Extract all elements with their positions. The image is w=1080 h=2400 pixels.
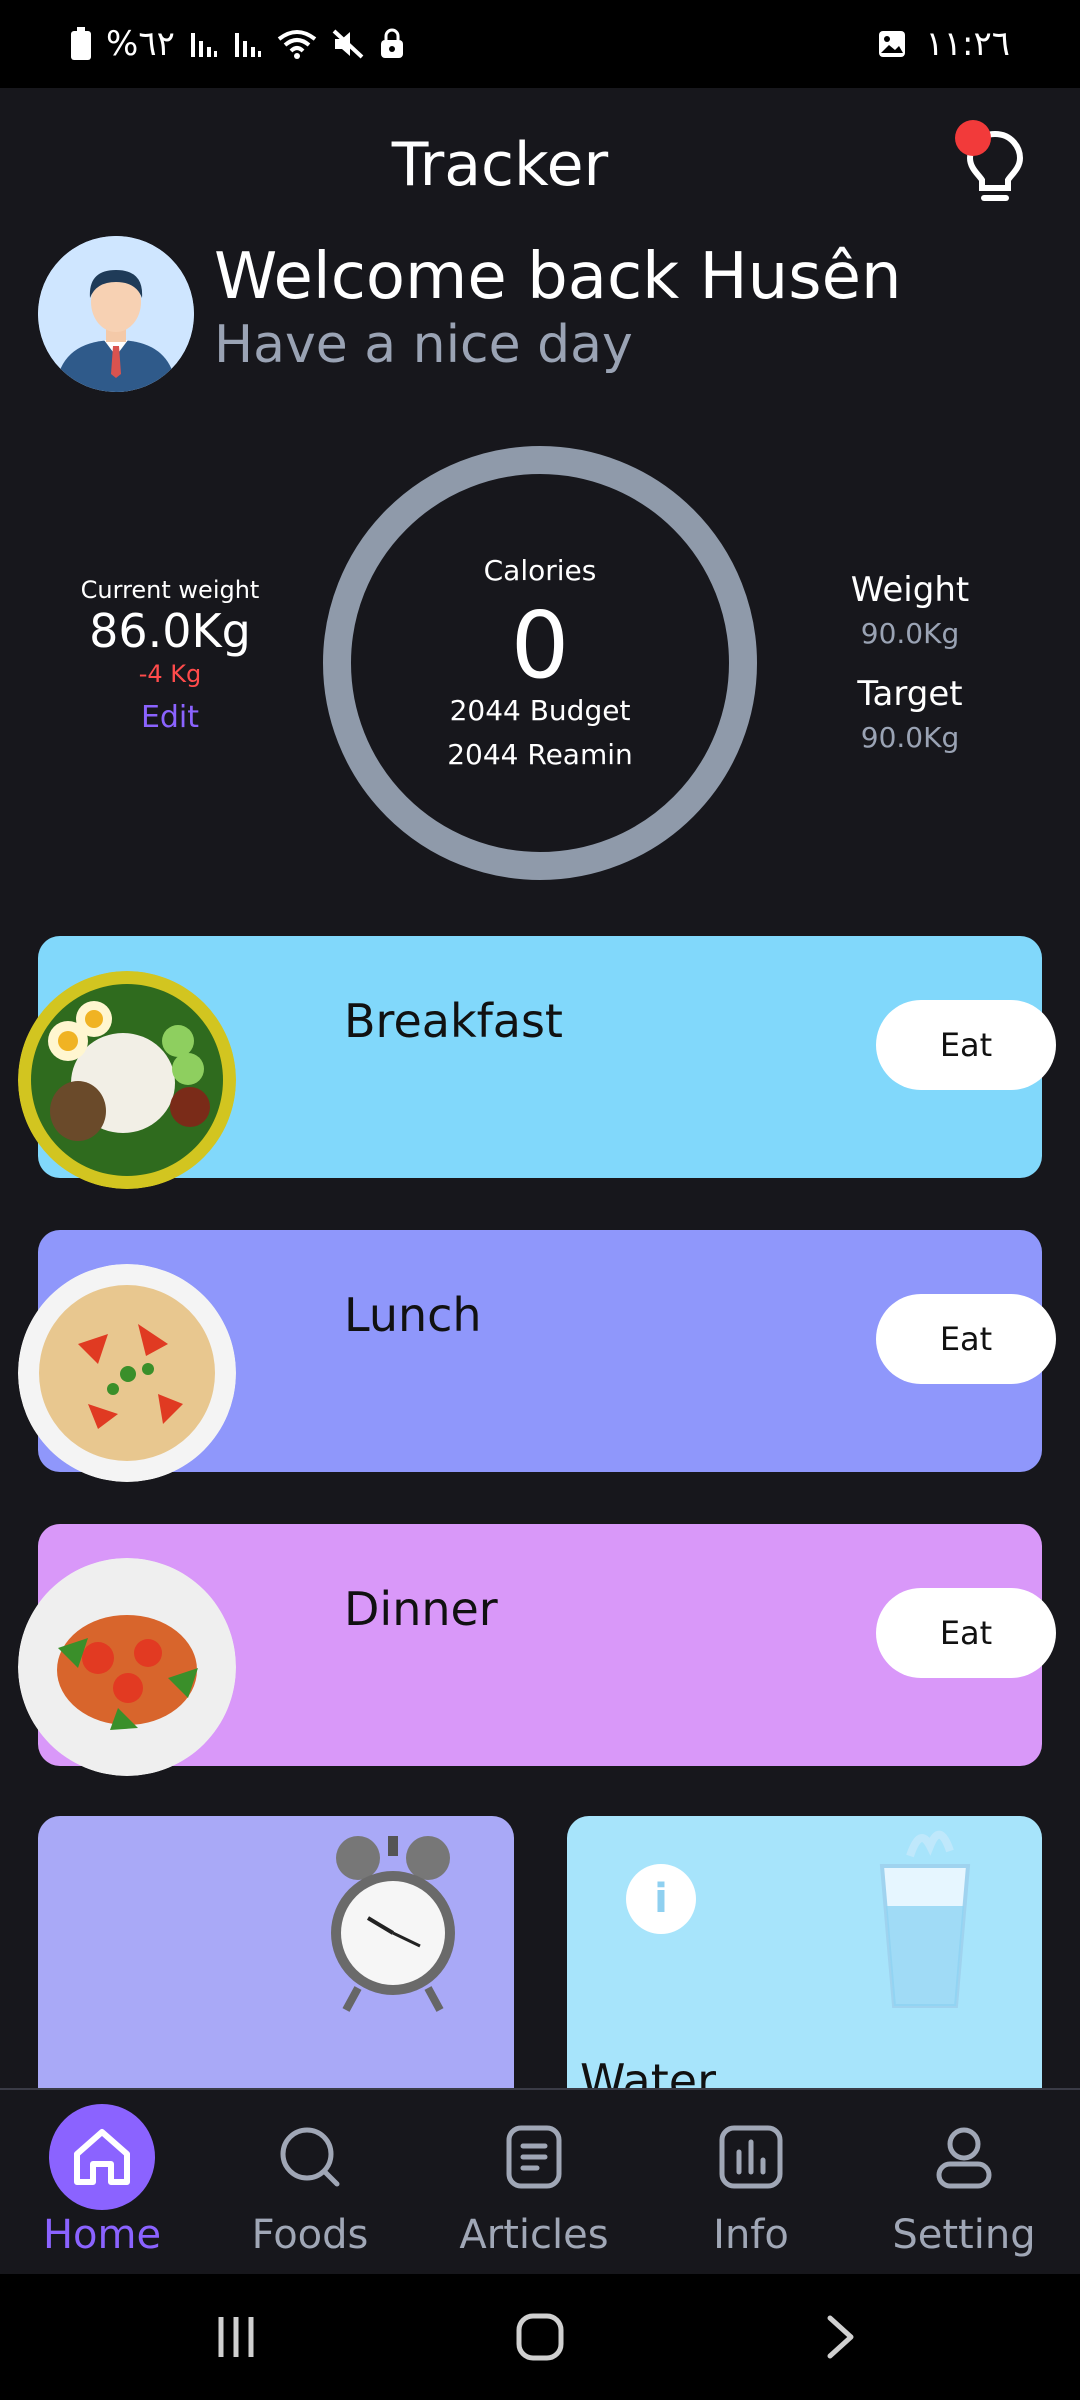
- breakfast-food-image: [18, 971, 236, 1189]
- bottom-nav: Home Foods Articles Info Setting: [0, 2088, 1080, 2276]
- current-weight-label: Current weight: [80, 576, 260, 604]
- nav-home[interactable]: Home: [2, 2090, 202, 2276]
- page-title: Tracker: [391, 130, 609, 200]
- calories-value: 0: [510, 592, 570, 699]
- status-bar: %٦٢ ١١:٢٦: [0, 0, 1080, 88]
- calories-budget: 2044 Budget: [449, 694, 631, 727]
- nav-articles[interactable]: Articles: [434, 2090, 634, 2276]
- welcome-text: Welcome back Husên: [214, 240, 902, 314]
- profile-icon: [911, 2104, 1017, 2210]
- eat-button-lunch[interactable]: Eat: [876, 1294, 1056, 1384]
- status-right: ١١:٢٦: [877, 24, 1010, 64]
- home-button-icon[interactable]: [500, 2304, 580, 2370]
- lock-icon: [379, 28, 405, 60]
- nav-setting[interactable]: Setting: [864, 2090, 1064, 2276]
- alarm-clock-icon: [328, 1828, 458, 2022]
- battery-icon: [70, 27, 92, 61]
- target-value: 90.0Kg: [860, 721, 960, 754]
- info-icon[interactable]: i: [626, 1864, 696, 1934]
- dinner-food-image: [18, 1558, 236, 1776]
- battery-text: %٦٢: [106, 24, 175, 64]
- recents-icon[interactable]: [196, 2304, 276, 2370]
- lunch-food-image: [18, 1264, 236, 1482]
- current-weight-value: 86.0Kg: [89, 604, 251, 658]
- nav-setting-label: Setting: [892, 2212, 1036, 2258]
- edit-weight-link[interactable]: Edit: [60, 700, 280, 735]
- eat-button-dinner[interactable]: Eat: [876, 1588, 1056, 1678]
- signal-icon: [189, 29, 219, 59]
- nav-home-label: Home: [42, 2212, 162, 2258]
- water-glass-icon: [850, 1826, 1000, 2020]
- wifi-icon: [277, 29, 317, 59]
- calories-remain: 2044 Reamin: [447, 738, 633, 771]
- search-icon: [257, 2104, 363, 2210]
- weight-value: 90.0Kg: [860, 617, 960, 650]
- home-icon: [49, 2104, 155, 2210]
- status-time: ١١:٢٦: [925, 24, 1010, 64]
- nav-info[interactable]: Info: [651, 2090, 851, 2276]
- calories-label: Calories: [483, 554, 597, 587]
- status-left: %٦٢: [70, 24, 405, 64]
- notification-dot: [955, 120, 991, 156]
- system-nav-bar: [0, 2274, 1080, 2400]
- weight-label: Weight: [850, 570, 970, 610]
- weight-delta: -4 Kg: [138, 660, 202, 688]
- nav-info-label: Info: [713, 2212, 789, 2258]
- water-tile-label: Water: [580, 2054, 716, 2088]
- subtitle-text: Have a nice day: [214, 315, 633, 375]
- chart-icon: [698, 2104, 804, 2210]
- nav-foods-label: Foods: [251, 2212, 369, 2258]
- nav-articles-label: Articles: [459, 2212, 609, 2258]
- eat-button-breakfast[interactable]: Eat: [876, 1000, 1056, 1090]
- meal-name-lunch: Lunch: [344, 1288, 482, 1342]
- article-icon: [481, 2104, 587, 2210]
- mute-icon: [331, 28, 365, 60]
- target-label: Target: [857, 674, 963, 714]
- nav-foods[interactable]: Foods: [210, 2090, 410, 2276]
- image-icon: [877, 29, 907, 59]
- back-icon[interactable]: [800, 2304, 880, 2370]
- signal-icon-2: [233, 29, 263, 59]
- meal-name-dinner: Dinner: [344, 1582, 498, 1636]
- avatar[interactable]: [38, 236, 194, 392]
- meal-name-breakfast: Breakfast: [344, 994, 563, 1048]
